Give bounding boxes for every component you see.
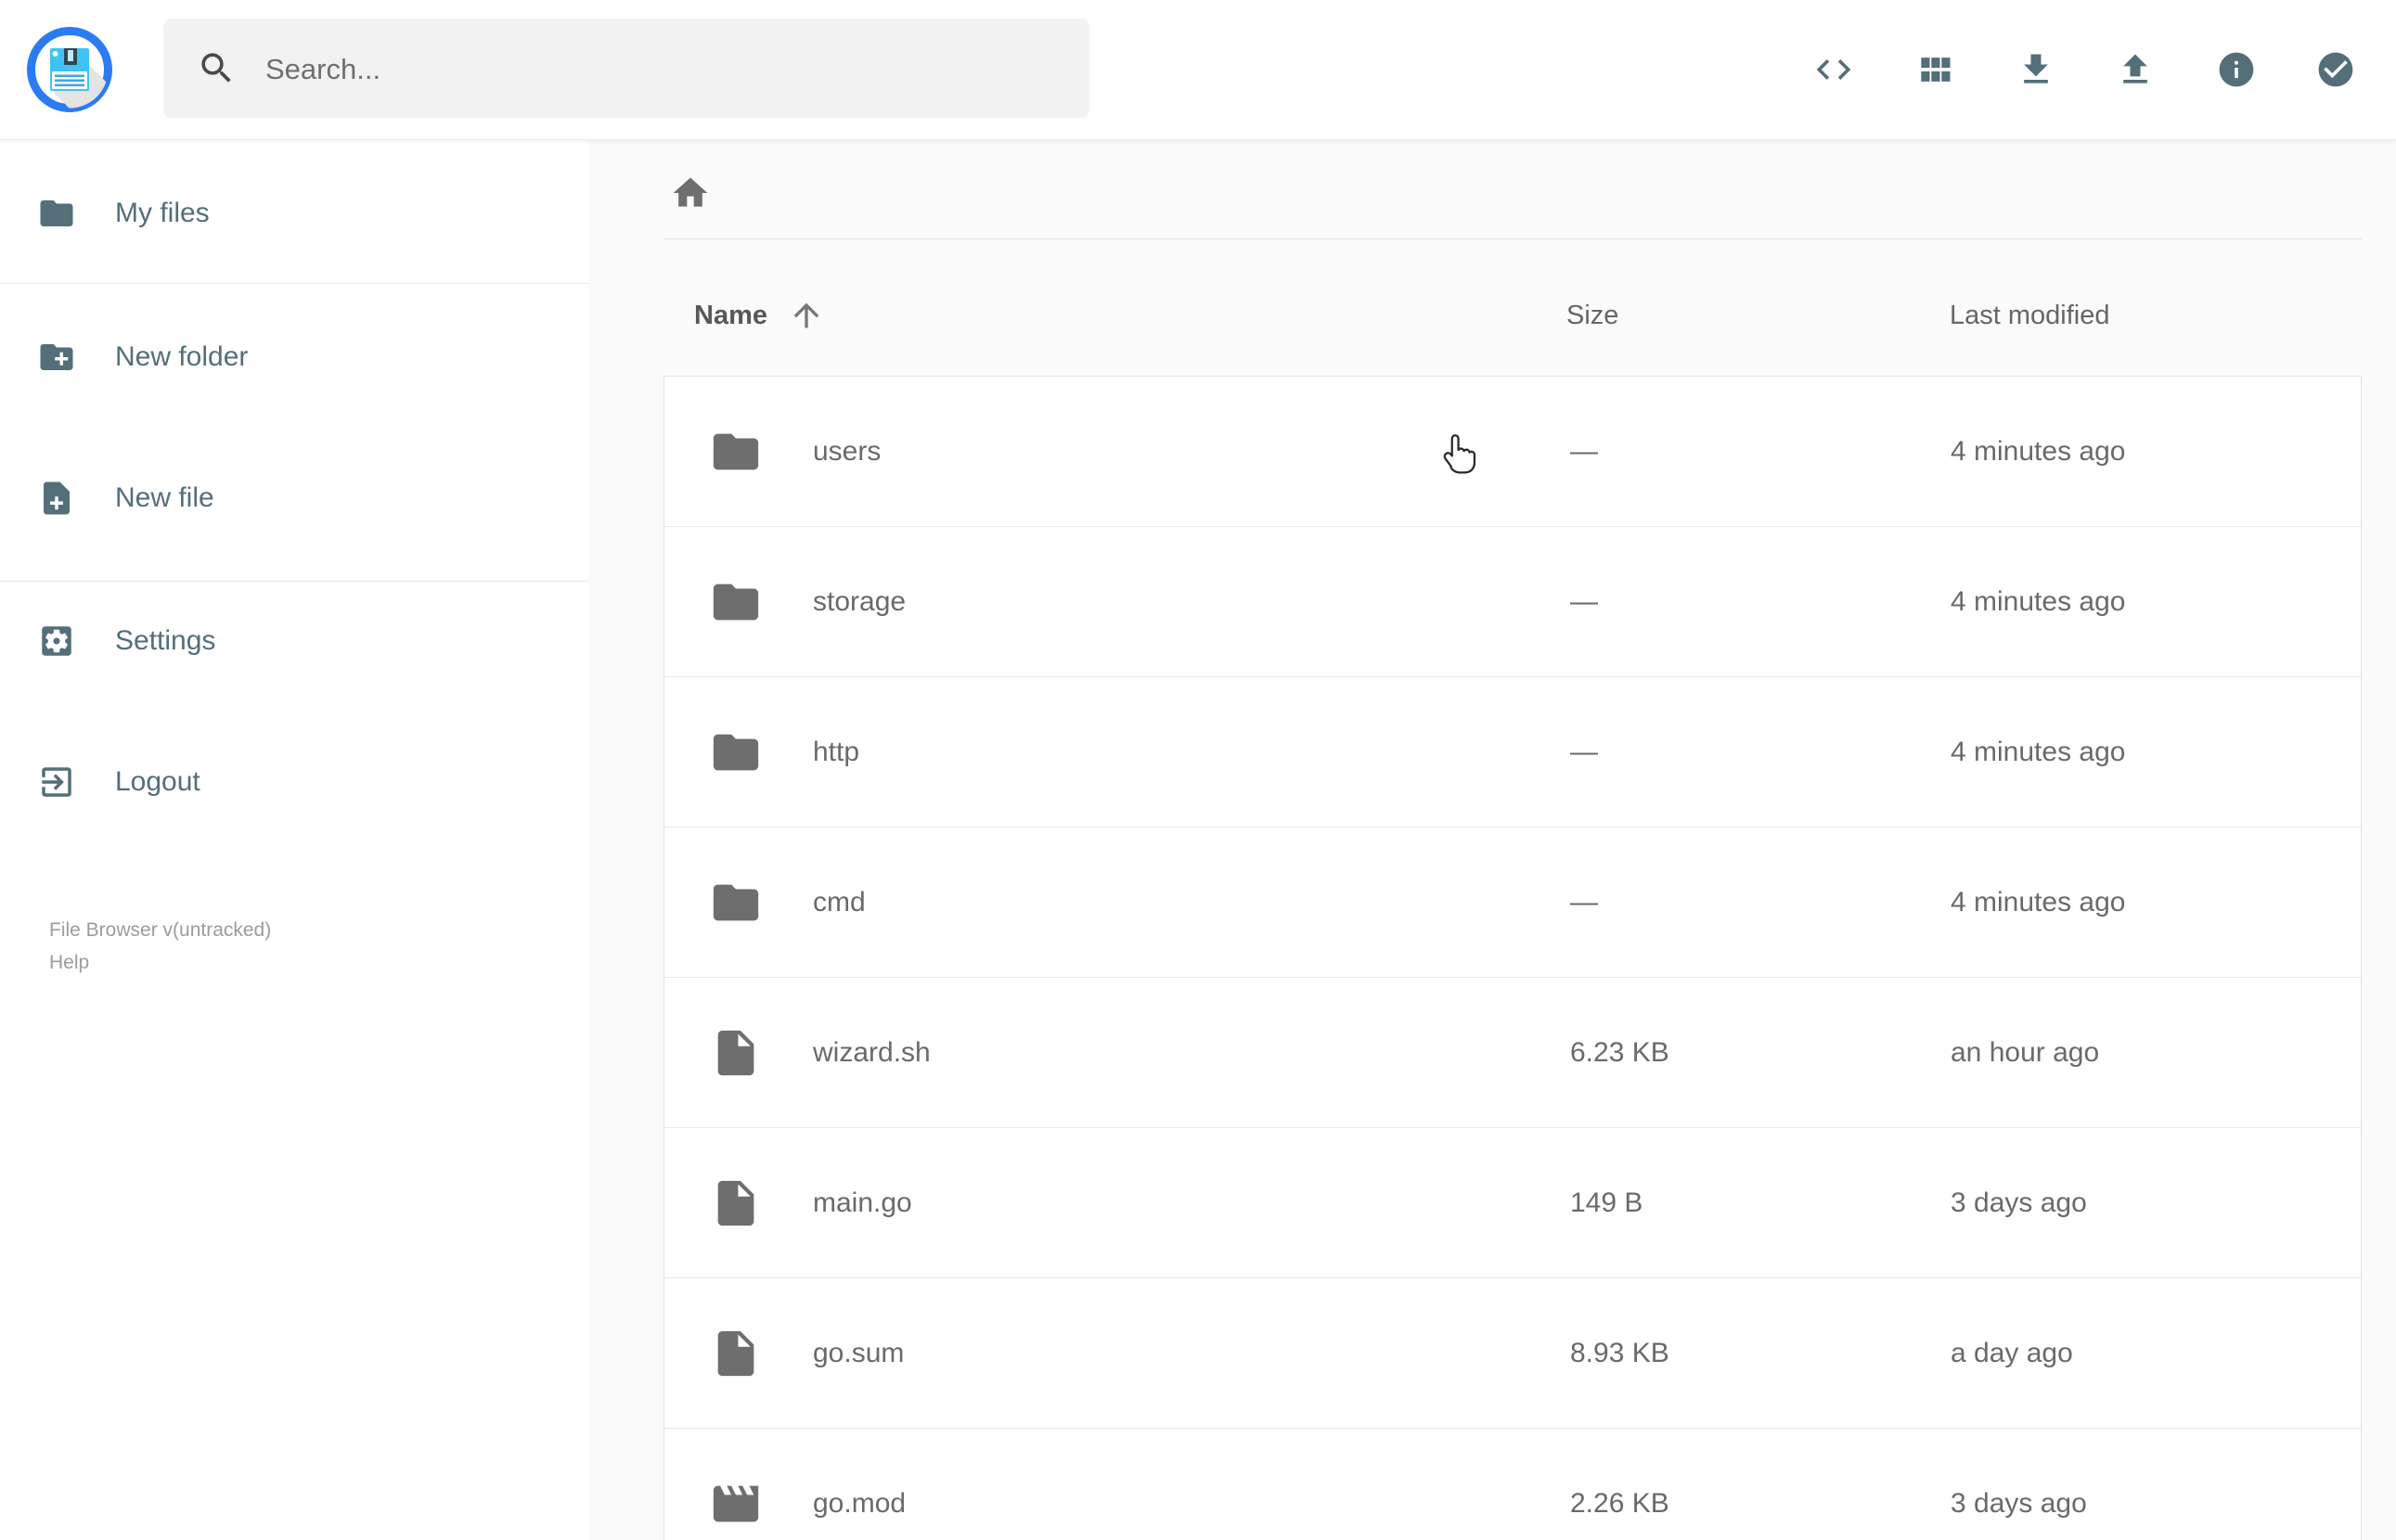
file-browser-app: My files New folder New file Settings Lo… (0, 0, 2396, 1540)
file-name: http (813, 736, 860, 767)
sidebar-item-label: New folder (115, 341, 249, 372)
file-icon (709, 1026, 763, 1080)
select-multiple-button-check-circle-icon[interactable] (2315, 49, 2356, 90)
file-modified: 4 minutes ago (1951, 435, 2126, 467)
file-modified: 4 minutes ago (1951, 886, 2126, 918)
file-modified: a day ago (1951, 1337, 2073, 1368)
search-input[interactable] (264, 19, 1065, 120)
file-row[interactable]: main.go 149 B 3 days ago (664, 1128, 2361, 1278)
app-logo-floppy-icon[interactable] (23, 23, 116, 116)
sidebar-item-logout[interactable]: Logout (0, 739, 588, 825)
folder-icon (709, 575, 763, 629)
file-row[interactable]: wizard.sh 6.23 KB an hour ago (664, 978, 2361, 1128)
new-file-icon (37, 479, 76, 518)
file-name: cmd (813, 886, 866, 918)
file-name: wizard.sh (813, 1036, 931, 1068)
breadcrumb-divider (663, 238, 2362, 239)
new-folder-icon (37, 338, 76, 377)
sidebar-divider (0, 283, 588, 284)
folder-icon (709, 876, 763, 930)
sidebar-item-label: My files (115, 198, 210, 228)
file-row[interactable]: users — 4 minutes ago (664, 377, 2361, 527)
folder-icon (709, 725, 763, 779)
sidebar-item-label: New file (115, 482, 214, 513)
sidebar-item-new-folder[interactable]: New folder (0, 314, 588, 400)
sidebar-divider (0, 581, 588, 582)
column-header-size[interactable]: Size (1566, 297, 1618, 334)
file-size: — (1570, 886, 1598, 918)
logout-icon (37, 763, 76, 802)
sidebar-item-new-file[interactable]: New file (0, 456, 588, 541)
settings-icon (37, 622, 76, 661)
file-size: — (1570, 736, 1598, 767)
help-link[interactable]: Help (49, 952, 89, 974)
download-button-icon[interactable] (2016, 49, 2056, 90)
search-icon (197, 48, 237, 88)
file-row[interactable]: http — 4 minutes ago (664, 677, 2361, 828)
file-size: 2.26 KB (1570, 1487, 1669, 1519)
file-row[interactable]: go.mod 2.26 KB 3 days ago (664, 1429, 2361, 1540)
file-row[interactable]: go.sum 8.93 KB a day ago (664, 1278, 2361, 1429)
file-row[interactable]: storage — 4 minutes ago (664, 527, 2361, 677)
file-row[interactable]: cmd — 4 minutes ago (664, 828, 2361, 978)
column-header-name[interactable]: Name (694, 297, 825, 334)
sidebar-item-settings[interactable]: Settings (0, 598, 588, 684)
file-modified: 4 minutes ago (1951, 736, 2126, 767)
folder-icon (709, 425, 763, 479)
shell-button-code-icon[interactable] (1813, 49, 1854, 90)
file-size: 149 B (1570, 1187, 1643, 1218)
file-name: go.sum (813, 1337, 905, 1368)
search-bar[interactable] (163, 19, 1089, 120)
sidebar-item-label: Settings (115, 625, 216, 656)
file-size: — (1570, 435, 1598, 467)
file-modified: an hour ago (1951, 1036, 2100, 1068)
movie-file-icon (709, 1477, 763, 1531)
app-header (0, 0, 2396, 140)
folder-icon (37, 194, 76, 233)
file-icon (709, 1176, 763, 1230)
file-size: — (1570, 585, 1598, 617)
sidebar-item-label: Logout (115, 766, 200, 797)
column-header-modified[interactable]: Last modified (1950, 297, 2110, 334)
info-button-icon[interactable] (2216, 49, 2257, 90)
file-size: 6.23 KB (1570, 1036, 1669, 1068)
file-name: go.mod (813, 1487, 907, 1519)
file-name: storage (813, 585, 907, 617)
file-modified: 3 days ago (1951, 1487, 2087, 1519)
file-modified: 4 minutes ago (1951, 585, 2126, 617)
app-version-link[interactable]: File Browser v(untracked) (49, 919, 271, 942)
file-list: users — 4 minutes ago storage — 4 minute… (663, 376, 2362, 1540)
breadcrumb-home-icon[interactable] (670, 173, 711, 213)
sort-ascending-icon (788, 297, 825, 334)
file-icon (709, 1327, 763, 1380)
file-name: main.go (813, 1187, 912, 1218)
file-size: 8.93 KB (1570, 1337, 1669, 1368)
upload-button-icon[interactable] (2115, 49, 2156, 90)
file-modified: 3 days ago (1951, 1187, 2087, 1218)
file-name: users (813, 435, 882, 467)
sidebar-item-my-files[interactable]: My files (0, 171, 588, 256)
switch-view-button-grid-icon[interactable] (1914, 49, 1955, 90)
